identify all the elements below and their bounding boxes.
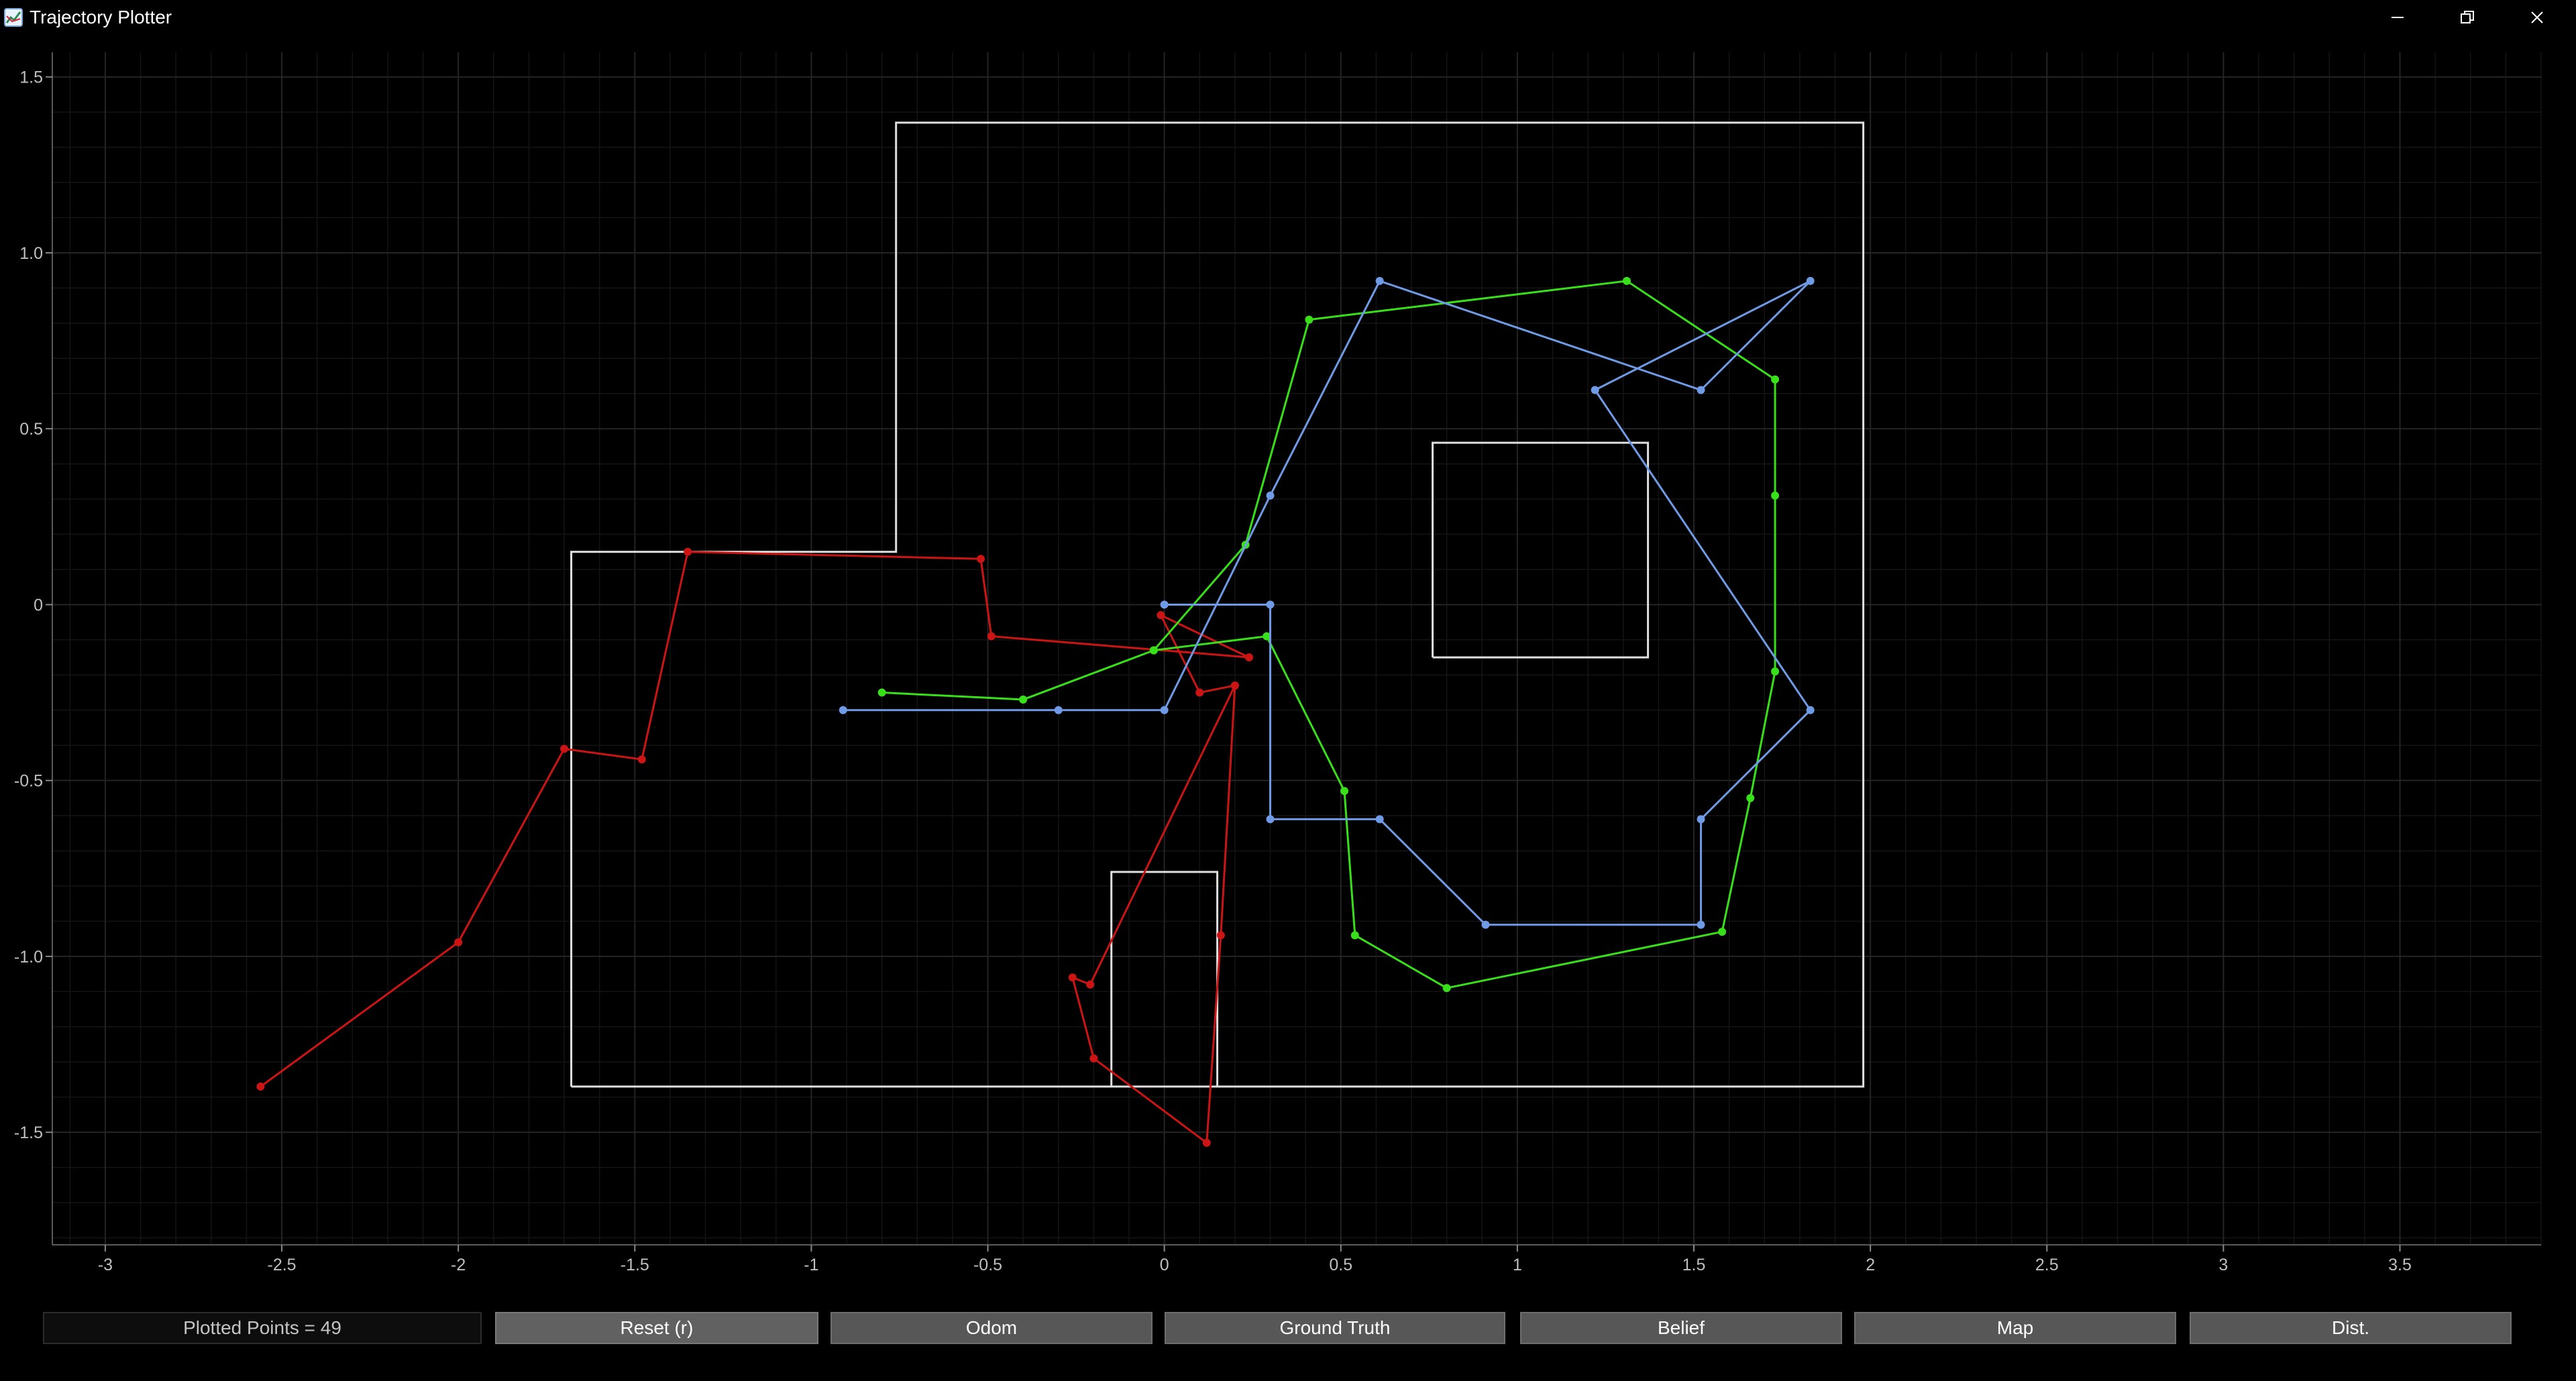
restore-button[interactable] [2434, 0, 2501, 35]
belief-point [1266, 815, 1275, 824]
plot-area [52, 52, 2541, 1245]
y-tick-label: 1.0 [19, 244, 43, 263]
belief-point [1697, 920, 1705, 929]
ground_truth-point [1771, 375, 1780, 384]
x-tick-label: 3 [2218, 1256, 2228, 1274]
odom-button[interactable]: Odom [830, 1312, 1152, 1344]
x-tick-label: -3 [98, 1256, 113, 1274]
ground_truth-point [1340, 787, 1349, 795]
x-tick-label: -0.5 [973, 1256, 1002, 1274]
app-icon [4, 8, 23, 27]
belief-point [1160, 706, 1169, 714]
ground_truth-point [1305, 315, 1313, 324]
odom-point [1157, 611, 1165, 620]
trajectory-plot[interactable]: -3 -2.5 -2 -1.5 -1 -0.5 0 0.5 1 1.5 2 2.5 3 3.5 1.5 1.0… [0, 35, 2576, 1316]
restore-icon [2461, 11, 2474, 23]
x-tick-label: 1 [1513, 1256, 1522, 1274]
window-title: Trajectory Plotter [30, 7, 172, 27]
ground_truth-point [1771, 491, 1780, 500]
odom-point [1216, 931, 1225, 940]
x-tick-label: -1 [804, 1256, 818, 1274]
y-tick-label: 0 [34, 596, 43, 614]
belief-point [839, 706, 847, 714]
belief-point [1481, 920, 1490, 929]
ground_truth-point [1746, 793, 1755, 802]
ground_truth-point [1623, 276, 1631, 285]
ground_truth-point [1149, 646, 1158, 655]
odom-point [1230, 681, 1239, 690]
control-bar: Plotted Points = 49 Reset (r) Odom Groun… [0, 1305, 2576, 1381]
odom-point [560, 744, 569, 753]
y-tick-label: 0.5 [19, 420, 43, 439]
x-tick-label: -2 [451, 1256, 466, 1274]
odom-point [454, 938, 463, 946]
odom-point [1068, 973, 1077, 982]
belief-point [1266, 600, 1275, 609]
y-tick-label: -1.0 [14, 948, 43, 966]
plotted-points-counter: Plotted Points = 49 [43, 1312, 482, 1344]
map-button[interactable]: Map [1854, 1312, 2176, 1344]
minimize-button[interactable] [2364, 0, 2431, 35]
belief-point [1266, 491, 1275, 500]
odom-point [1244, 653, 1253, 662]
belief-point [1375, 276, 1384, 285]
x-tick-label: 2 [1866, 1256, 1875, 1274]
belief-point [1806, 276, 1815, 285]
odom-point [977, 555, 985, 563]
dist-button[interactable]: Dist. [2190, 1312, 2512, 1344]
belief-button[interactable]: Belief [1520, 1312, 1842, 1344]
odom-point [256, 1082, 265, 1091]
odom-point [684, 547, 692, 556]
belief-point [1054, 706, 1063, 714]
odom-point [1089, 1054, 1098, 1063]
belief-point [1160, 600, 1169, 609]
close-button[interactable] [2504, 0, 2571, 35]
odom-point [1195, 688, 1204, 697]
odom-point [637, 755, 646, 764]
title-bar: Trajectory Plotter [0, 0, 2576, 35]
y-tick-label: -0.5 [14, 772, 43, 791]
ground_truth-point [1019, 696, 1028, 704]
belief-point [1806, 706, 1815, 714]
belief-point [1697, 386, 1705, 394]
x-tick-label: -1.5 [621, 1256, 649, 1274]
odom-point [1086, 980, 1095, 989]
x-tick-label: 3.5 [2388, 1256, 2412, 1274]
belief-point [1591, 386, 1599, 394]
odom-point [1202, 1138, 1211, 1147]
x-tick-label: -2.5 [268, 1256, 297, 1274]
ground_truth-point [1718, 928, 1727, 936]
x-tick-label: 0.5 [1329, 1256, 1352, 1274]
ground-truth-button[interactable]: Ground Truth [1165, 1312, 1505, 1344]
x-tick-label: 1.5 [1682, 1256, 1706, 1274]
ground_truth-point [877, 688, 886, 697]
belief-point [1375, 815, 1384, 824]
y-tick-label: 1.5 [19, 68, 43, 87]
odom-point [987, 632, 996, 641]
ground_truth-point [1442, 984, 1451, 993]
close-icon [2531, 11, 2543, 23]
minimize-icon [2392, 17, 2404, 18]
y-tick-label: -1.5 [14, 1123, 43, 1142]
ground_truth-point [1771, 667, 1780, 676]
belief-point [1697, 815, 1705, 824]
x-tick-label: 2.5 [2035, 1256, 2059, 1274]
ground_truth-point [1350, 931, 1359, 940]
x-tick-label: 0 [1160, 1256, 1169, 1274]
reset-button[interactable]: Reset (r) [495, 1312, 818, 1344]
